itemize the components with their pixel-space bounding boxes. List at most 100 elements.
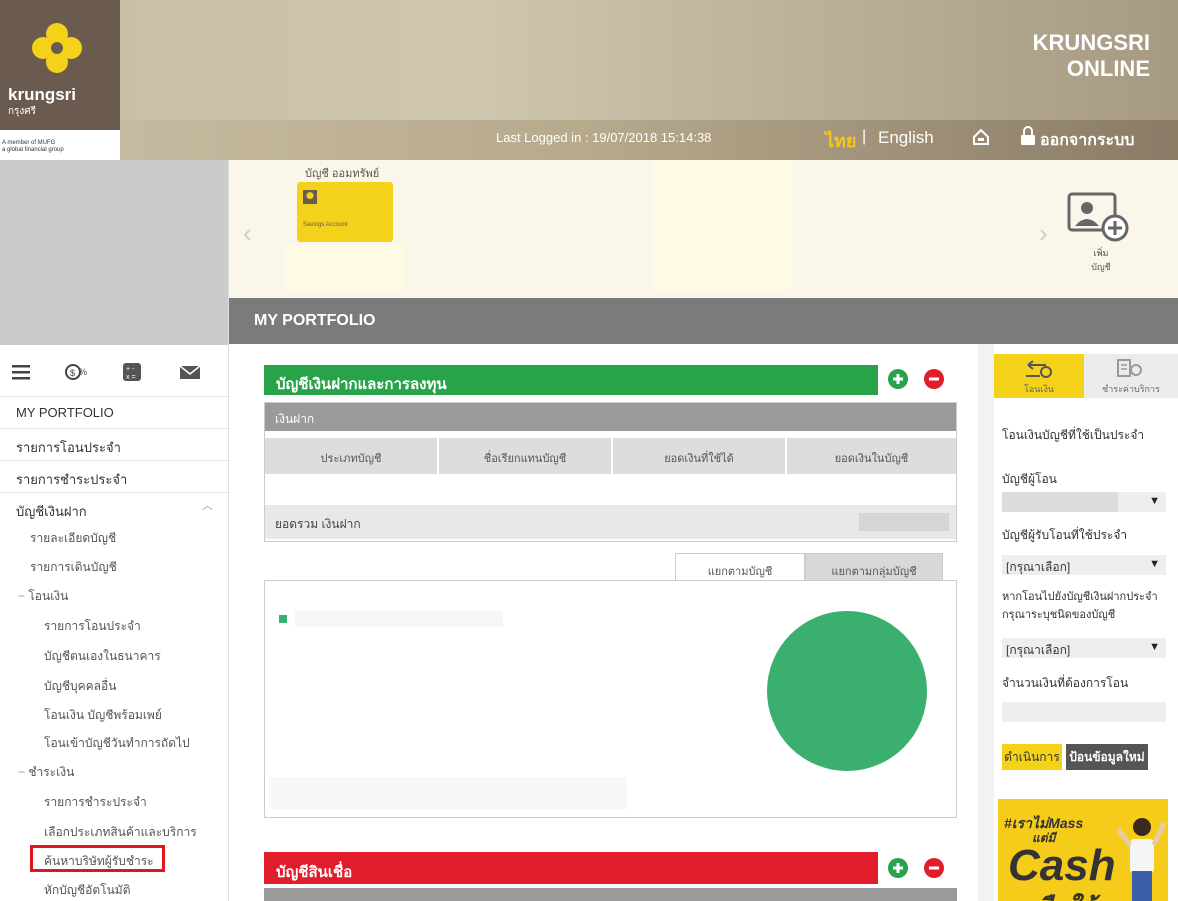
portfolio-bar: MY PORTFOLIO [229,298,1178,344]
lang-english-link[interactable]: English [878,128,934,148]
tab-transfer[interactable]: โอนเงิน [994,354,1084,398]
lock-icon[interactable] [1020,126,1036,146]
sidebar-profile-area [0,160,228,345]
chevron-up-icon[interactable]: ︿ [202,497,213,513]
svg-text:x =: x = [126,374,136,381]
logout-link[interactable]: ออกจากระบบ [1040,128,1134,153]
account-type-title: บัญชี ออมทรัพย์ [305,168,380,180]
sidebar-item-recurring-transfer[interactable]: รายการโอนประจำ [0,428,228,460]
deposit-type-select[interactable]: [กรุณาเลือก] ▼ [1002,638,1166,658]
sidebar-item-deposit-account[interactable]: บัญชีเงินฝาก ︿ [0,492,228,524]
tab-pay-bill[interactable]: ชำระค่าบริการ [1084,354,1178,398]
sidebar-item-deposit-label: บัญชีเงินฝาก [16,504,87,519]
savings-account-card[interactable]: Savings Account [297,182,393,242]
brand-line-2: ONLINE [1066,56,1150,81]
submit-button[interactable]: ดำเนินการ [1002,744,1062,770]
deposit-panel-head: เงินฝาก [265,403,956,431]
sidebar-sub-statement[interactable]: รายการเดินบัญชี [30,558,117,577]
sidebar-group-transfer-label: โอนเงิน [28,589,69,603]
sidebar-item-my-portfolio[interactable]: MY PORTFOLIO [0,396,228,428]
deposit-section-header: บัญชีเงินฝากและการลงทุน [264,365,878,395]
deposit-section-title: บัญชีเงินฝากและการลงทุน [276,376,447,393]
sidebar-transfer-other[interactable]: บัญชีบุคคลอื่น [44,677,116,696]
brand-line-1: KRUNGSRI [1032,30,1150,55]
bill-payment-icon [1117,359,1142,377]
fixed-deposit-note-2: กรุณาระบุชนิดของบัญชี [1002,609,1116,621]
dropdown-caret-icon: ▼ [1149,495,1160,507]
carousel-next-icon[interactable]: › [1039,218,1048,249]
legend-label [295,611,503,627]
sidebar-group-payment[interactable]: − ชำระเงิน [18,763,74,782]
promo-line-4: คืนให้ [1036,887,1096,901]
last-logged-in: Last Logged in : 19/07/2018 15:14:38 [496,130,712,145]
sidebar-pay-auto-debit[interactable]: หักบัญชีอัตโนมัติ [44,881,131,900]
amount-label: จำนวนเงินที่ต้องการโอน [1002,676,1129,690]
collapse-dash-icon: − [18,765,29,779]
to-account-select[interactable]: [กรุณาเลือก] ▼ [1002,555,1166,575]
sidebar-group-transfer[interactable]: − โอนเงิน [18,587,68,606]
mail-icon[interactable] [178,362,202,382]
column-header-account-type: ประเภทบัญชี [265,438,439,474]
logo-text: krungsri [8,85,77,104]
deposit-panel-head-label: เงินฝาก [275,412,315,426]
column-header-nickname: ชื่อเรียกแทนบัญชี [439,438,613,474]
card-label: Savings Account [303,222,348,228]
account-carousel: ‹ › บัญชี ออมทรัพย์ Savings Account เพิ่… [229,160,1178,298]
menu-icon[interactable] [10,362,34,382]
pie-slice [767,611,927,771]
tab-by-account[interactable]: แยกตามบัญชี [675,553,805,581]
sidebar-transfer-recurring[interactable]: รายการโอนประจำ [44,617,141,636]
from-account-label: บัญชีผู้โอน [1002,472,1057,486]
portfolio-chart-panel [264,580,957,818]
chart-footer [269,777,627,809]
tab-by-group[interactable]: แยกตามกลุ่มบัญชี [805,553,943,581]
collapse-minus-icon[interactable] [924,369,944,389]
sidebar-pay-recurring[interactable]: รายการชำระประจำ [44,793,147,812]
expand-plus-icon[interactable] [888,858,908,878]
logo-thai-text: กรุงศรี [8,106,37,117]
exchange-rate-icon[interactable]: $% [64,362,88,382]
calculator-icon[interactable]: + -x = [120,362,144,382]
sidebar-transfer-promptpay[interactable]: โอนเงิน บัญชีพร้อมเพย์ [44,706,162,725]
sidebar-group-payment-label: ชำระเงิน [28,765,75,779]
account-slot-empty [653,160,791,290]
member-line-2: a global financial group [2,147,64,153]
to-account-label: บัญชีผู้รับโอนที่ใช้ประจำ [1002,528,1128,542]
amount-input[interactable] [1002,702,1166,722]
sidebar-pay-select-type[interactable]: เลือกประเภทสินค้าและบริการ [44,823,197,842]
column-header-available: ยอดเงินที่ใช้ได้ [613,438,787,474]
deposit-type-value: [กรุณาเลือก] [1006,643,1071,657]
deposit-panel: เงินฝาก ประเภทบัญชี ชื่อเรียกแทนบัญชี ยอ… [264,402,957,542]
home-icon[interactable] [972,128,990,146]
collapse-dash-icon: − [18,589,29,603]
sidebar-transfer-next-day[interactable]: โอนเข้าบัญชีวันทำการถัดไป [44,734,190,753]
reset-button[interactable]: ป้อนข้อมูลใหม่ [1066,744,1148,770]
right-gutter [978,344,994,901]
deposit-total-row: ยอดรวม เงินฝาก [265,505,956,539]
sidebar-transfer-own[interactable]: บัญชีตนเองในธนาคาร [44,647,161,666]
to-account-value: [กรุณาเลือก] [1006,560,1071,574]
add-account-label[interactable]: เพิ่ม บัญชี [1089,246,1113,274]
promo-person-image [1116,818,1166,901]
lang-thai-link[interactable]: ไทย [825,126,856,155]
deposit-total-label: ยอดรวม เงินฝาก [275,517,361,531]
deposit-table-header: ประเภทบัญชี ชื่อเรียกแทนบัญชี ยอดเงินที่… [265,438,956,474]
account-card-info [285,245,405,290]
svg-text:%: % [79,367,87,377]
dropdown-caret-icon: ▼ [1149,641,1160,653]
add-account-icon[interactable] [1065,190,1129,242]
tab-transfer-label: โอนเงิน [1023,384,1054,394]
from-account-select[interactable]: ▼ [1002,492,1166,512]
highlight-box [30,845,165,872]
sidebar-sub-account-detail[interactable]: รายละเอียดบัญชี [30,529,116,548]
promo-banner[interactable]: #เราไม่Mass แต่มี Cash คืนให้ [998,799,1168,901]
quick-transfer-heading: โอนเงินบัญชีที่ใช้เป็นประจำ [1002,428,1145,442]
mufg-member-note: A member of MUFG a global financial grou… [0,130,120,160]
carousel-prev-icon[interactable]: ‹ [243,218,252,249]
krungsri-logo[interactable]: krungsri กรุงศรี A member of MUFG a glob… [0,0,120,160]
expand-plus-icon[interactable] [888,369,908,389]
collapse-minus-icon[interactable] [924,858,944,878]
brand-title: KRUNGSRI ONLINE [1033,30,1150,82]
sidebar-item-recurring-payment[interactable]: รายการชำระประจำ [0,460,228,492]
legend-swatch [279,615,287,623]
